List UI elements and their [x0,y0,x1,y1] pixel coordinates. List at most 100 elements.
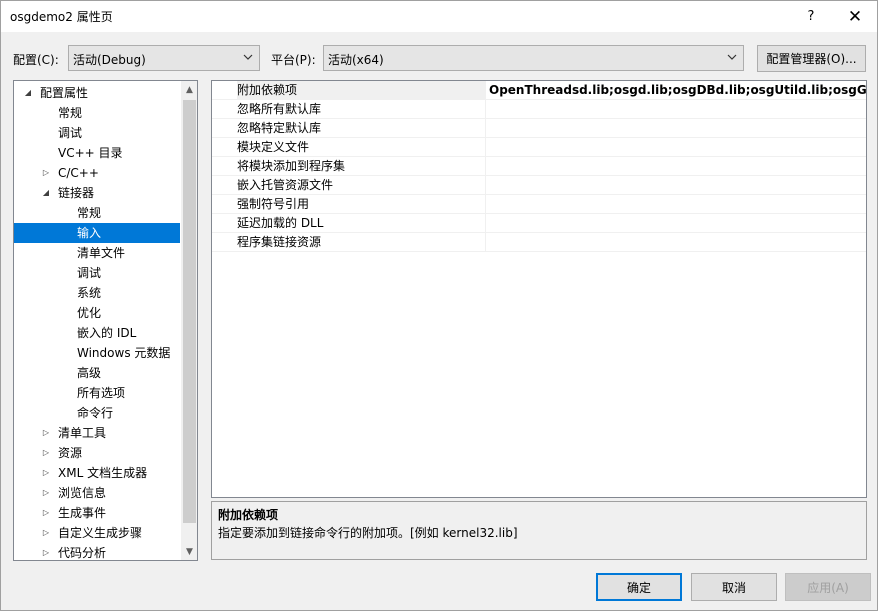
tree-item[interactable]: ◢ 配置属性 [14,83,180,103]
expand-arrow-icon[interactable]: ▷ [41,423,51,443]
property-name: 忽略所有默认库 [237,102,322,116]
property-value[interactable] [489,138,866,157]
column-divider [485,138,486,157]
property-row[interactable]: 嵌入托管资源文件 [212,176,866,195]
tree-item-label: 链接器 [58,186,95,200]
apply-button[interactable]: 应用(A) [785,573,871,601]
expand-arrow-icon[interactable]: ▷ [41,483,51,503]
collapse-arrow-icon[interactable]: ◢ [41,183,51,203]
config-dropdown[interactable]: 活动(Debug) [68,45,260,71]
description-panel: 附加依赖项 指定要添加到链接命令行的附加项。[例如 kernel32.lib] [211,501,867,560]
scroll-thumb[interactable] [183,100,196,523]
tree-item-label: 浏览信息 [58,486,107,500]
property-value[interactable] [489,233,866,252]
tree-item[interactable]: 高级 [14,363,180,383]
tree-item[interactable]: 清单文件 [14,243,180,263]
tree-item-label: 嵌入的 IDL [77,326,137,340]
expand-arrow-icon[interactable]: ▷ [41,523,51,543]
config-manager-button[interactable]: 配置管理器(O)... [757,45,866,72]
tree-item-label: 调试 [58,126,83,140]
tree-item[interactable]: 调试 [14,123,180,143]
chevron-down-icon [243,54,253,60]
scroll-down-icon[interactable]: ▼ [181,543,197,560]
expand-arrow-icon[interactable]: ▷ [41,503,51,523]
tree-item[interactable]: 常规 [14,203,180,223]
description-title: 附加依赖项 [218,508,279,522]
column-divider [485,157,486,176]
property-grid[interactable]: 附加依赖项 OpenThreadsd.lib;osgd.lib;osgDBd.li… [211,80,867,498]
cancel-button[interactable]: 取消 [691,573,777,601]
platform-label: 平台(P): [271,53,316,67]
tree-item[interactable]: ▷ 清单工具 [14,423,180,443]
property-name: 程序集链接资源 [237,235,322,249]
tree-item[interactable]: Windows 元数据 [14,343,180,363]
property-row[interactable]: 延迟加载的 DLL [212,214,866,233]
platform-dropdown[interactable]: 活动(x64) [323,45,744,71]
column-divider [485,176,486,195]
tree-item[interactable]: ◢ 链接器 [14,183,180,203]
tree-item-label: 代码分析 [58,546,107,560]
property-name: 忽略特定默认库 [237,121,322,135]
property-row[interactable]: 将模块添加到程序集 [212,157,866,176]
tree-item[interactable]: ▷ 代码分析 [14,543,180,560]
tree-item[interactable]: ▷ 浏览信息 [14,483,180,503]
tree-item-label: 常规 [77,206,102,220]
platform-dropdown-value: 活动(x64) [328,53,384,67]
tree-item[interactable]: ▷ 自定义生成步骤 [14,523,180,543]
tree-item-label: 命令行 [77,406,114,420]
tree-item[interactable]: 调试 [14,263,180,283]
property-value[interactable]: OpenThreadsd.lib;osgd.lib;osgDBd.lib;osg… [489,81,866,100]
close-button[interactable]: ✕ [835,1,875,32]
config-dropdown-value: 活动(Debug) [73,53,146,67]
column-divider [485,233,486,252]
tree-item[interactable]: VC++ 目录 [14,143,180,163]
tree-item[interactable]: 系统 [14,283,180,303]
property-name: 嵌入托管资源文件 [237,178,334,192]
column-divider [485,119,486,138]
property-row[interactable]: 忽略所有默认库 [212,100,866,119]
tree-item[interactable]: 常规 [14,103,180,123]
property-name: 强制符号引用 [237,197,310,211]
tree-item-label: VC++ 目录 [58,146,123,160]
tree-item[interactable]: 嵌入的 IDL [14,323,180,343]
collapse-arrow-icon[interactable]: ◢ [23,83,33,103]
column-divider [485,81,486,100]
tree-item-label: C/C++ [58,166,99,180]
column-divider [485,214,486,233]
tree-item-label: 常规 [58,106,83,120]
expand-arrow-icon[interactable]: ▷ [41,463,51,483]
tree-item[interactable]: 优化 [14,303,180,323]
chevron-down-icon [727,54,737,60]
ok-button[interactable]: 确定 [596,573,682,601]
description-text: 指定要添加到链接命令行的附加项。[例如 kernel32.lib] [218,526,518,540]
tree-item[interactable]: 所有选项 [14,383,180,403]
property-tree[interactable]: ◢ 配置属性 常规 调试 VC++ 目录 ▷ C/C++ ◢ 链接器 常规 输入 清单文件 调试 系统 优化… [13,80,198,561]
help-button[interactable]: ? [791,1,831,32]
tree-scrollbar[interactable]: ▲ ▼ [181,81,197,560]
expand-arrow-icon[interactable]: ▷ [41,443,51,463]
property-row[interactable]: 强制符号引用 [212,195,866,214]
property-row[interactable]: 程序集链接资源 [212,233,866,252]
property-value[interactable] [489,176,866,195]
property-value[interactable] [489,119,866,138]
property-value[interactable] [489,157,866,176]
tree-item[interactable]: 输入 [14,223,180,243]
tree-item[interactable]: 命令行 [14,403,180,423]
tree-item[interactable]: ▷ C/C++ [14,163,180,183]
tree-item[interactable]: ▷ 资源 [14,443,180,463]
property-row[interactable]: 附加依赖项 OpenThreadsd.lib;osgd.lib;osgDBd.li… [212,81,866,100]
tree-item[interactable]: ▷ 生成事件 [14,503,180,523]
expand-arrow-icon[interactable]: ▷ [41,543,51,560]
property-name: 延迟加载的 DLL [237,216,324,230]
tree-item-label: 生成事件 [58,506,107,520]
scroll-up-icon[interactable]: ▲ [181,81,197,98]
property-value[interactable] [489,195,866,214]
expand-arrow-icon[interactable]: ▷ [41,163,51,183]
property-row[interactable]: 模块定义文件 [212,138,866,157]
tree-item-label: 调试 [77,266,102,280]
property-value[interactable] [489,214,866,233]
property-name: 附加依赖项 [237,81,485,100]
tree-item[interactable]: ▷ XML 文档生成器 [14,463,180,483]
property-row[interactable]: 忽略特定默认库 [212,119,866,138]
property-value[interactable] [489,100,866,119]
